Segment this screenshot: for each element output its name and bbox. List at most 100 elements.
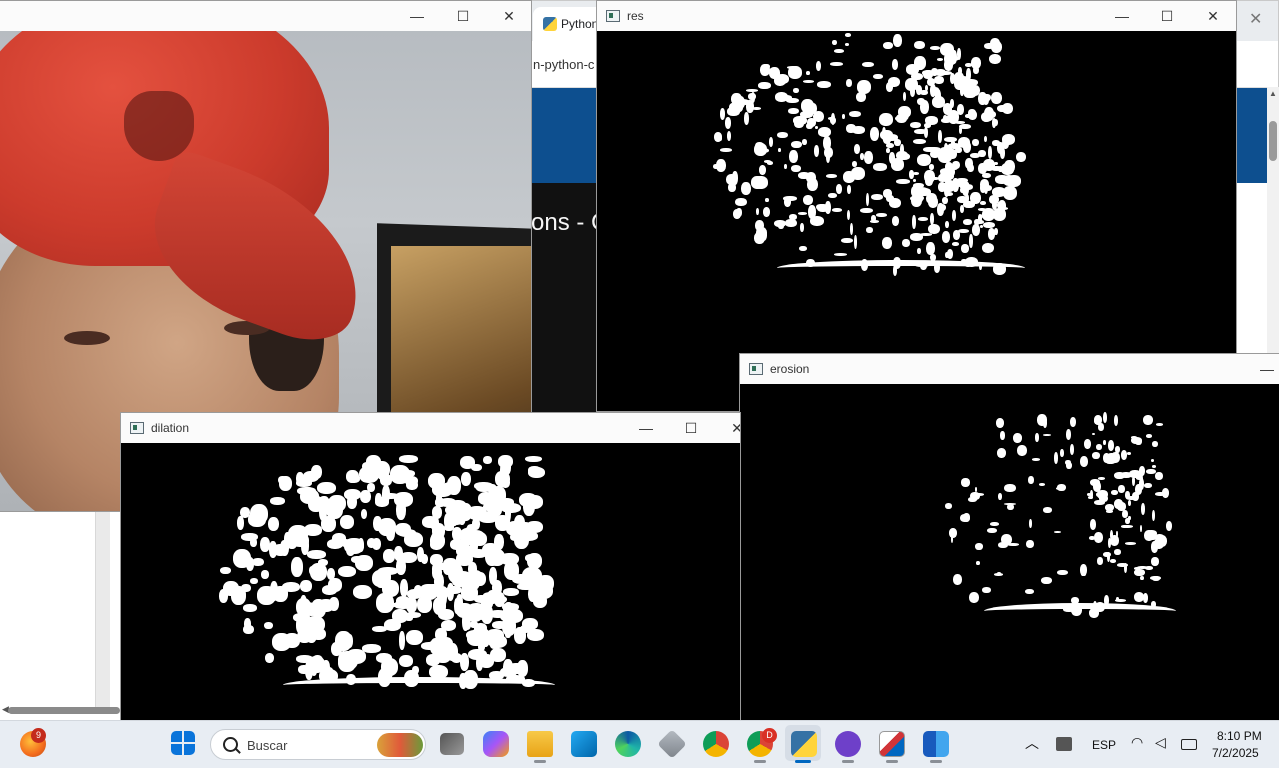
horizontal-scrollbar[interactable]	[8, 707, 120, 714]
mask-blob	[832, 208, 842, 212]
mask-blob	[1093, 481, 1101, 492]
mask-blob	[318, 496, 330, 513]
battery-app-icon[interactable]	[1056, 737, 1072, 751]
mask-blob	[376, 653, 392, 663]
vscode-icon[interactable]	[571, 731, 597, 757]
mask-blob	[892, 216, 899, 226]
close-button[interactable]: ✕	[487, 1, 531, 31]
scroll-up-icon[interactable]: ▲	[1269, 89, 1277, 98]
mask-blob	[495, 471, 509, 487]
res-titlebar[interactable]: res — ☐ ✕	[597, 1, 1236, 32]
task-view-icon[interactable]	[440, 733, 464, 755]
copilot-icon[interactable]	[483, 731, 509, 757]
maximize-button[interactable]: ☐	[1145, 1, 1189, 31]
virtualbox-icon[interactable]	[657, 729, 687, 759]
mask-blob	[957, 104, 964, 115]
mask-blob	[826, 151, 830, 163]
mask-blob	[291, 557, 303, 577]
mask-blob	[984, 136, 987, 142]
minimize-button[interactable]: —	[1245, 354, 1279, 384]
mask-blob	[802, 139, 807, 145]
word-icon[interactable]	[923, 731, 949, 757]
snipping-tool-icon[interactable]	[879, 731, 905, 757]
mask-blob	[746, 89, 758, 92]
mask-blob	[748, 93, 756, 100]
mask-blob	[834, 253, 847, 256]
close-button[interactable]: ✕	[715, 413, 740, 443]
close-button[interactable]: ✕	[1191, 1, 1235, 31]
mask-blob	[248, 512, 266, 527]
maximize-button[interactable]: ☐	[669, 413, 713, 443]
mask-blob	[417, 596, 432, 613]
github-desktop-icon[interactable]	[835, 731, 861, 757]
chevron-up-icon[interactable]: ︿	[1025, 733, 1039, 753]
mask-blob	[866, 193, 869, 206]
mask-blob	[268, 517, 279, 531]
mask-blob	[468, 570, 482, 581]
mask-blob	[1037, 414, 1047, 426]
mask-blob	[783, 196, 797, 201]
mask-blob	[351, 556, 363, 563]
mask-blob	[920, 233, 932, 236]
mask-blob	[1054, 531, 1061, 533]
mask-blob	[982, 587, 991, 593]
camera-titlebar[interactable]: — ☐ ✕	[0, 1, 531, 32]
mask-blob	[378, 518, 396, 536]
mask-blob	[759, 165, 766, 175]
mask-blob	[973, 193, 980, 200]
mask-blob	[329, 597, 339, 611]
maximize-button[interactable]: ☐	[441, 1, 485, 31]
mask-blob	[1017, 445, 1027, 456]
minimize-button[interactable]: —	[624, 413, 668, 443]
wifi-icon[interactable]: ◠	[1131, 734, 1143, 751]
browser-scroll-thumb[interactable]	[1269, 121, 1277, 161]
mask-blob	[991, 41, 1002, 53]
volume-icon[interactable]: ◁	[1155, 734, 1166, 751]
search-placeholder: Buscar	[247, 738, 288, 753]
battery-icon[interactable]	[1181, 739, 1197, 750]
mask-blob	[735, 198, 747, 206]
browser-url[interactable]: n-python-c	[533, 57, 594, 72]
mask-blob	[816, 61, 821, 71]
clock-date[interactable]: 7/2/2025	[1212, 746, 1259, 760]
mask-blob	[458, 507, 466, 525]
mask-blob	[1004, 484, 1016, 492]
pane-divider[interactable]	[95, 510, 110, 710]
minimize-button[interactable]: —	[1100, 1, 1144, 31]
mask-blob	[917, 248, 921, 254]
mask-blob	[494, 534, 504, 550]
minimize-button[interactable]: —	[395, 1, 439, 31]
mask-blob	[756, 208, 759, 215]
mask-blob	[430, 638, 442, 655]
language-indicator[interactable]: ESP	[1092, 738, 1116, 752]
mask-blob	[873, 163, 887, 171]
file-explorer-icon[interactable]	[527, 731, 553, 757]
mask-blob	[452, 575, 468, 587]
mask-blob	[892, 59, 898, 70]
mask-blob	[959, 124, 971, 129]
mask-blob	[834, 49, 844, 53]
mask-blob	[851, 167, 865, 180]
mask-blob	[1110, 535, 1119, 546]
mask-blob	[958, 229, 969, 233]
mask-arc	[776, 260, 1025, 276]
mask-blob	[760, 64, 770, 76]
mask-blob	[1135, 484, 1142, 495]
chrome-icon[interactable]	[703, 731, 729, 757]
taskbar-search[interactable]: Buscar	[210, 729, 426, 760]
windows-start-icon[interactable]	[171, 731, 195, 755]
mask-blob	[754, 143, 767, 156]
mask-blob	[938, 174, 947, 182]
python-icon[interactable]	[791, 731, 817, 757]
clock-time[interactable]: 8:10 PM	[1217, 729, 1262, 743]
erosion-titlebar[interactable]: erosion —	[740, 354, 1279, 385]
res-window-title: res	[627, 9, 644, 23]
mask-blob	[990, 522, 999, 526]
close-icon[interactable]: ✕	[1249, 9, 1262, 29]
mask-blob	[1002, 103, 1013, 114]
mask-blob	[525, 554, 538, 562]
edge-icon[interactable]	[615, 731, 641, 757]
dilation-titlebar[interactable]: dilation — ☐ ✕	[121, 413, 740, 444]
mask-blob	[1056, 487, 1064, 490]
mask-blob	[1066, 429, 1071, 440]
